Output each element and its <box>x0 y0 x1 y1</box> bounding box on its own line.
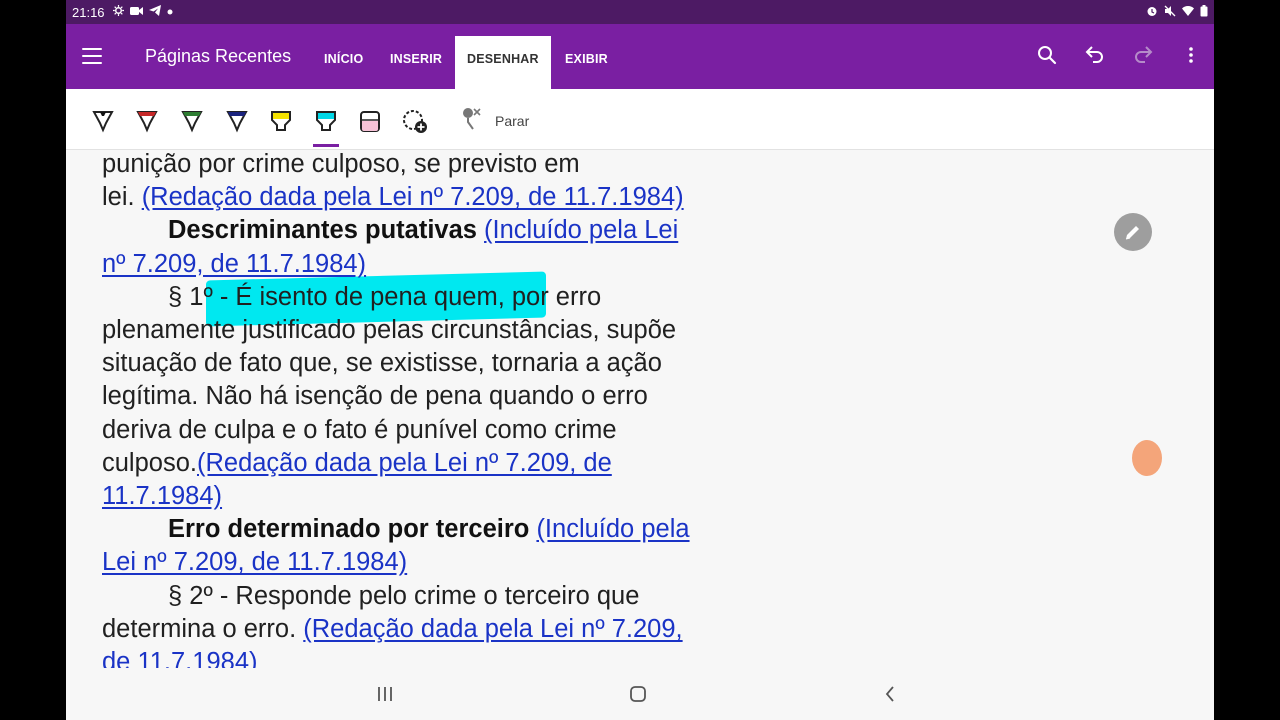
text-line: legítima. Não há isenção de pena quando … <box>102 382 648 411</box>
text-line: deriva de culpa e o fato é punível como … <box>102 415 617 444</box>
highlighter-yellow-icon[interactable] <box>268 107 294 135</box>
add-pen-icon[interactable] <box>402 107 428 135</box>
lasso-select-icon <box>461 107 483 134</box>
law-link[interactable]: (Redação dada pela Lei nº 7.209, de <box>197 449 612 477</box>
law-link[interactable]: (Redação dada pela Lei nº 7.209, <box>303 615 682 643</box>
status-time: 21:16 <box>72 4 105 20</box>
text-line: culposo.(Redação dada pela Lei nº 7.209,… <box>102 448 612 477</box>
edit-pencil-button[interactable] <box>1114 213 1152 251</box>
text-line: situação de fato que, se existisse, torn… <box>102 349 662 378</box>
alarm-icon <box>1146 5 1158 20</box>
pen-navy-icon[interactable] <box>224 107 250 135</box>
text-line: § 1º - É isento de pena quem, por erro <box>168 282 602 311</box>
law-link[interactable]: 11.7.1984) <box>102 482 222 510</box>
pen-red-icon[interactable] <box>134 107 160 135</box>
tab-inserir[interactable]: INSERIR <box>390 52 442 66</box>
section-heading: Descriminantes putativas (Incluído pela … <box>102 214 822 247</box>
text-line: § 2º - Responde pelo crime o terceiro qu… <box>168 581 640 610</box>
navigation-bar <box>66 668 1214 720</box>
text-line: plenamente justificado pelas circunstânc… <box>102 316 677 345</box>
dot-icon <box>167 6 173 18</box>
undo-icon[interactable] <box>1082 42 1108 68</box>
telegram-icon <box>148 5 161 19</box>
law-link[interactable]: nº 7.209, de 11.7.1984) <box>102 250 366 278</box>
menu-icon[interactable] <box>82 48 102 64</box>
text-line: 11.7.1984) <box>102 480 822 513</box>
page-content: punição por crime culposo, se previsto e… <box>102 148 822 679</box>
heading-erro-terceiro: Erro determinado por terceiro <box>168 515 530 544</box>
text-line: Lei nº 7.209, de 11.7.1984) <box>102 546 822 579</box>
battery-icon <box>1200 4 1208 20</box>
pen-black-icon[interactable] <box>90 107 116 135</box>
stop-label: Parar <box>495 112 530 129</box>
law-link[interactable]: Lei nº 7.209, de 11.7.1984) <box>102 548 407 576</box>
more-icon[interactable] <box>1178 42 1204 68</box>
law-link[interactable]: (Incluído pela <box>536 515 689 543</box>
home-icon[interactable] <box>626 682 650 706</box>
status-bar: 21:16 <box>66 0 1214 24</box>
floating-bubble[interactable] <box>1132 440 1162 476</box>
tablet-screen: 21:16 Páginas Recentes INÍCIO INSERIR DE… <box>66 0 1214 720</box>
page-title[interactable]: Páginas Recentes <box>145 46 291 67</box>
highlighter-pink-icon[interactable] <box>357 107 383 135</box>
tab-exibir[interactable]: EXIBIR <box>565 52 608 66</box>
tab-desenhar[interactable]: DESENHAR <box>455 36 551 89</box>
text-line: punição por crime culposo, se previsto e… <box>102 150 580 178</box>
gear-icon <box>112 5 124 19</box>
redo-icon[interactable] <box>1130 42 1156 68</box>
mute-icon <box>1164 5 1176 20</box>
tab-inicio[interactable]: INÍCIO <box>324 52 363 66</box>
pen-green-icon[interactable] <box>179 107 205 135</box>
stop-button[interactable]: Parar <box>461 107 529 134</box>
highlighter-cyan-icon[interactable] <box>313 107 339 147</box>
heading-descriminantes: Descriminantes putativas <box>168 216 477 245</box>
law-link[interactable]: (Incluído pela Lei <box>484 216 678 244</box>
drawing-toolbar: Parar <box>66 89 1214 150</box>
text-line: nº 7.209, de 11.7.1984) <box>102 248 822 281</box>
text-line: lei. (Redação dada pela Lei nº 7.209, de… <box>102 183 684 212</box>
law-link[interactable]: (Redação dada pela Lei nº 7.209, de 11.7… <box>142 183 684 211</box>
wifi-icon <box>1182 5 1194 20</box>
search-icon[interactable] <box>1034 42 1060 68</box>
ribbon-header: Páginas Recentes INÍCIO INSERIR DESENHAR… <box>66 24 1214 89</box>
section-heading: Erro determinado por terceiro (Incluído … <box>102 513 822 546</box>
back-icon[interactable] <box>878 682 902 706</box>
text-line: determina o erro. (Redação dada pela Lei… <box>102 614 683 643</box>
video-icon <box>129 6 143 19</box>
recents-icon[interactable] <box>373 682 397 706</box>
